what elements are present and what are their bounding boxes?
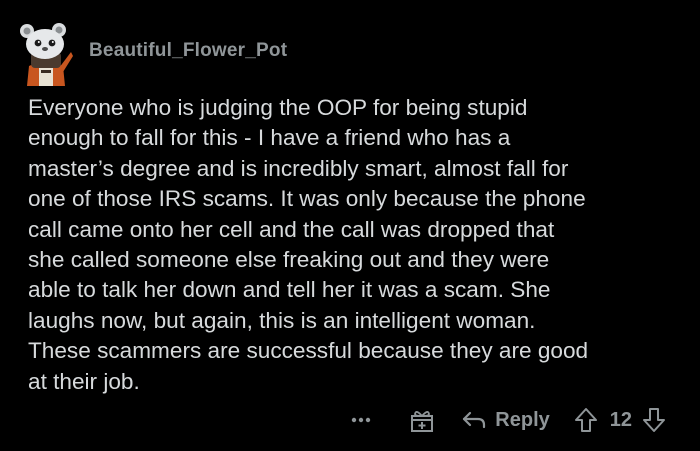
- comment-header: Beautiful_Flower_Pot: [19, 22, 287, 86]
- vote-score: 12: [609, 408, 632, 431]
- comment-actions: Reply 12: [351, 400, 666, 440]
- downvote-arrow-icon: [643, 408, 665, 432]
- more-options-button[interactable]: [351, 417, 371, 423]
- reply-arrow-icon: [463, 411, 486, 429]
- gift-award-icon: [411, 411, 434, 432]
- comment-body: Everyone who is judging the OOP for bein…: [28, 95, 589, 394]
- ellipsis-icon: [352, 417, 371, 423]
- avatar[interactable]: [19, 22, 73, 86]
- downvote-button[interactable]: [642, 407, 666, 433]
- comment-author[interactable]: Beautiful_Flower_Pot: [89, 40, 287, 62]
- comment: Beautiful_Flower_Pot Everyone who is jud…: [0, 0, 700, 451]
- upvote-button[interactable]: [574, 407, 598, 433]
- upvote-arrow-icon: [574, 408, 597, 432]
- reply-label: Reply: [495, 408, 550, 431]
- snoo-avatar-icon: [20, 23, 73, 86]
- award-button[interactable]: [409, 407, 435, 433]
- reply-button[interactable]: Reply: [461, 408, 550, 432]
